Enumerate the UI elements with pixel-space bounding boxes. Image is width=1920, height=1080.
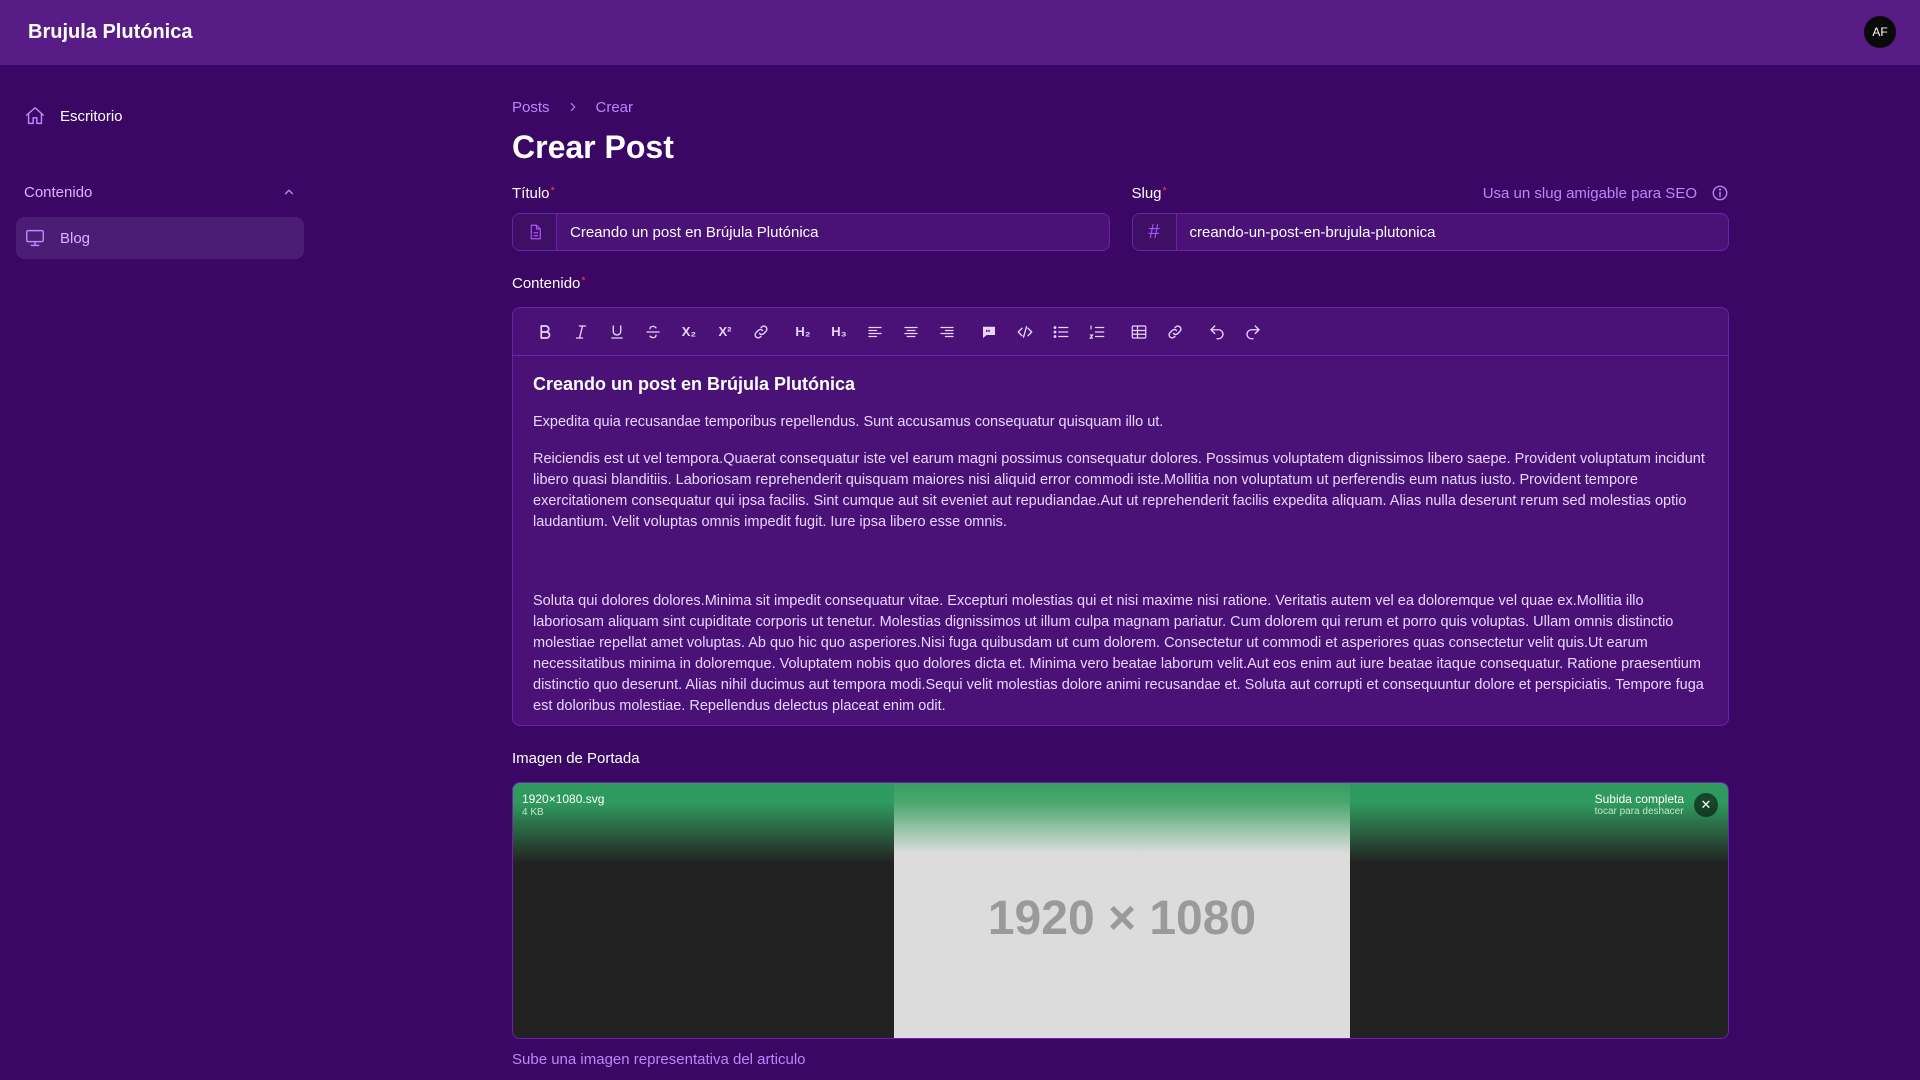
editor-paragraph: Soluta qui dolores dolores.Minima sit im… — [533, 593, 1704, 714]
remove-file-button[interactable]: ✕ — [1694, 793, 1718, 817]
user-avatar[interactable]: AF — [1864, 16, 1896, 48]
superscript-button[interactable]: X² — [707, 318, 743, 346]
brand-logo[interactable]: Brujula Plutónica — [28, 21, 192, 44]
code-block-button[interactable] — [1007, 318, 1043, 346]
upload-undo-hint: tocar para deshacer — [1594, 806, 1684, 817]
sidebar-group-content[interactable]: Contenido — [16, 177, 304, 207]
underline-button[interactable] — [599, 318, 635, 346]
bullet-list-icon — [1053, 325, 1069, 338]
quote-bubble-icon — [983, 326, 995, 338]
required-mark: * — [550, 184, 555, 197]
title-label: Título* — [512, 185, 555, 202]
main-content: Posts Crear Crear Post Título* Creando u… — [512, 95, 1729, 1068]
italic-button[interactable] — [563, 318, 599, 346]
upload-status-text: Subida completa — [1594, 792, 1684, 806]
code-icon — [1017, 325, 1033, 338]
file-info: 1920×1080.svg 4 KB — [522, 792, 604, 818]
table-button[interactable] — [1121, 318, 1157, 346]
ordered-list-button[interactable] — [1079, 318, 1115, 346]
chevron-right-icon — [570, 102, 576, 112]
bold-icon — [540, 324, 551, 339]
editor-content[interactable]: Creando un post en Brújula Plutónica Exp… — [513, 356, 1728, 749]
link-button[interactable] — [743, 318, 779, 346]
strikethrough-icon — [646, 325, 660, 338]
align-left-button[interactable] — [857, 318, 893, 346]
form-fields-row: Título* Creando un post en Brújula Plutó… — [512, 181, 1729, 251]
table-icon — [1131, 324, 1147, 339]
editor-toolbar: X₂ X² H₂ H₃ — [513, 308, 1728, 356]
editor-paragraph: Expedita quia recusandae temporibus repe… — [533, 414, 1164, 430]
slug-input-value[interactable]: creando-un-post-en-brujula-plutonica — [1177, 214, 1449, 250]
sidebar-item-blog[interactable]: Blog — [16, 217, 304, 259]
blockquote-button[interactable] — [971, 318, 1007, 346]
upload-status[interactable]: Subida completa tocar para deshacer — [1595, 792, 1684, 817]
align-right-icon — [940, 326, 954, 337]
bold-button[interactable] — [527, 318, 563, 346]
subscript-button[interactable]: X₂ — [671, 318, 707, 346]
required-mark: * — [1162, 184, 1167, 197]
content-label-text: Contenido — [512, 275, 581, 292]
title-input-value[interactable]: Creando un post en Brújula Plutónica — [557, 214, 832, 250]
align-left-icon — [868, 326, 882, 337]
heading-2-button[interactable]: H₂ — [785, 318, 821, 346]
italic-icon — [575, 324, 587, 339]
title-field: Título* Creando un post en Brújula Plutó… — [512, 181, 1110, 251]
redo-icon — [1246, 324, 1260, 339]
required-mark: * — [581, 275, 586, 287]
hash-icon: # — [1132, 214, 1177, 250]
close-icon: ✕ — [1700, 797, 1712, 812]
sidebar-item-dashboard[interactable]: Escritorio — [16, 95, 304, 137]
sidebar: Escritorio Contenido Blog — [16, 95, 304, 259]
editor-heading: Creando un post en Brújula Plutónica — [533, 374, 856, 394]
cover-image-upload[interactable]: 1920 × 1080 1920×1080.svg 4 KB Subida co… — [512, 782, 1729, 1039]
title-input[interactable]: Creando un post en Brújula Plutónica — [512, 213, 1110, 251]
attach-button[interactable] — [1157, 318, 1193, 346]
slug-label: Slug* — [1132, 185, 1167, 202]
slug-input[interactable]: # creando-un-post-en-brujula-plutonica — [1131, 213, 1729, 251]
top-bar: Brujula Plutónica AF — [0, 0, 1920, 65]
home-icon — [26, 107, 44, 125]
align-center-button[interactable] — [893, 318, 929, 346]
breadcrumb-current[interactable]: Crear — [596, 99, 634, 116]
undo-icon — [1210, 324, 1224, 339]
slug-hint: Usa un slug amigable para SEO — [1483, 184, 1729, 202]
content-label: Contenido* — [512, 275, 1729, 299]
link-icon — [754, 324, 768, 339]
strikethrough-button[interactable] — [635, 318, 671, 346]
heading-3-button[interactable]: H₃ — [821, 318, 857, 346]
breadcrumb-link-posts[interactable]: Posts — [512, 99, 550, 116]
bullet-list-button[interactable] — [1043, 318, 1079, 346]
cover-image-helper: Sube una imagen representativa del artic… — [512, 1051, 806, 1068]
editor-paragraph: Reiciendis est ut vel tempora.Quaerat co… — [533, 451, 1705, 530]
rich-text-editor: X₂ X² H₂ H₃ Creando un post en Brújula P… — [512, 307, 1729, 726]
cover-image-label: Imagen de Portada — [512, 750, 640, 767]
file-name: 1920×1080.svg — [522, 792, 605, 806]
align-right-button[interactable] — [929, 318, 965, 346]
undo-button[interactable] — [1199, 318, 1235, 346]
slug-hint-text: Usa un slug amigable para SEO — [1482, 184, 1697, 202]
info-icon[interactable] — [1711, 184, 1729, 202]
sidebar-item-label: Blog — [60, 229, 91, 247]
editor-empty-line — [533, 549, 1708, 591]
redo-button[interactable] — [1235, 318, 1271, 346]
page-title: Crear Post — [512, 129, 674, 165]
ordered-list-icon — [1089, 324, 1105, 339]
breadcrumb: Posts Crear — [512, 95, 1729, 119]
file-size: 4 KB — [522, 807, 544, 818]
cover-image-preview: 1920 × 1080 — [894, 783, 1350, 1038]
slug-field: Slug* Usa un slug amigable para SEO # cr… — [1131, 181, 1729, 251]
sidebar-item-label: Escritorio — [60, 107, 123, 125]
align-center-icon — [904, 326, 918, 337]
title-prefix — [513, 214, 557, 250]
monitor-icon — [26, 229, 44, 247]
underline-icon — [611, 324, 623, 339]
title-label-text: Título — [512, 184, 550, 202]
chevron-up-icon[interactable] — [282, 185, 296, 199]
slug-label-text: Slug — [1131, 184, 1162, 202]
document-icon — [530, 224, 541, 240]
sidebar-group-label: Contenido — [24, 183, 93, 201]
paperclip-icon — [1168, 324, 1182, 339]
